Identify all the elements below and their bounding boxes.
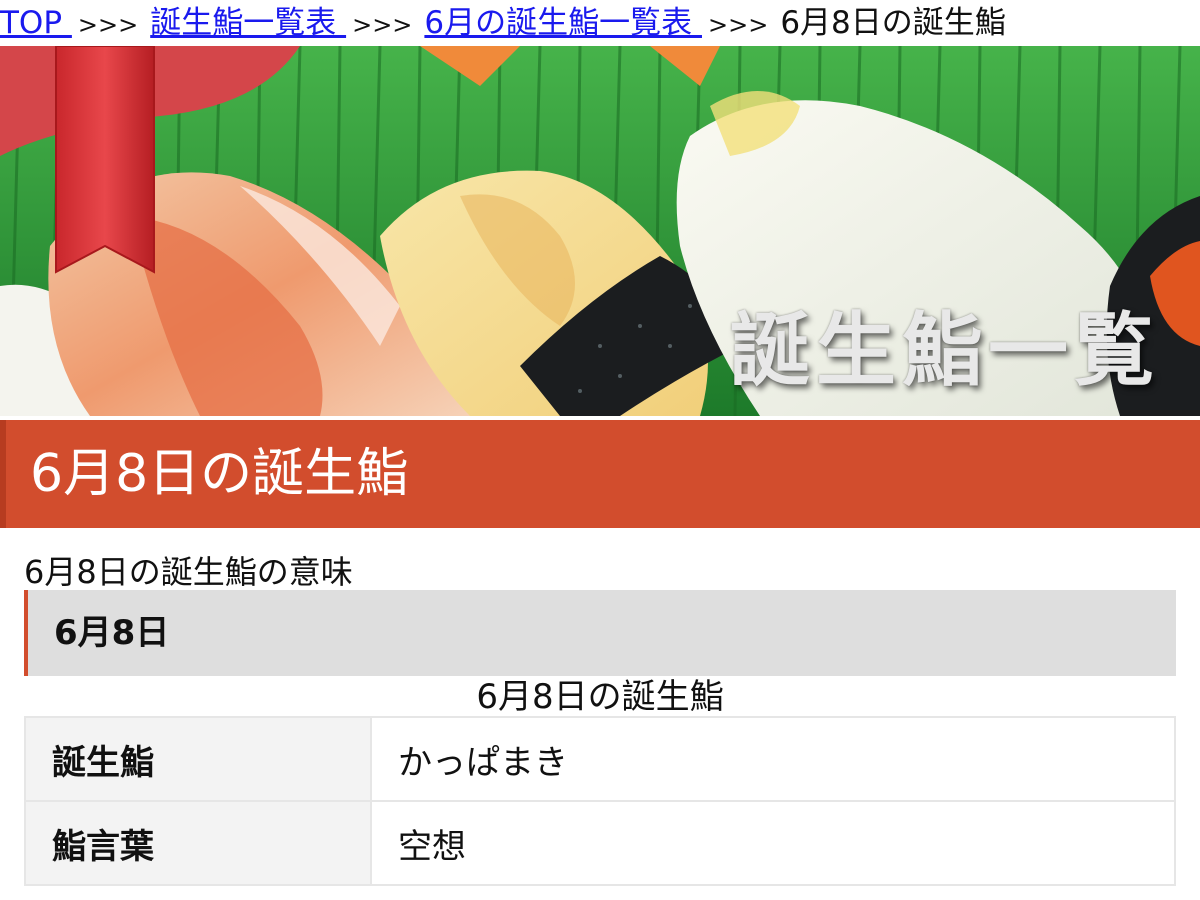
page-title-bar: 6月8日の誕生鮨 [0,420,1200,528]
table-value-cell: 空想 [370,800,1176,886]
table-caption: 6月8日の誕生鮨 [476,677,724,717]
breadcrumb-link-top[interactable]: TOP [0,5,72,41]
banner-title: 誕生鮨一覧 [730,304,1160,397]
bookmark-ribbon-icon [55,46,155,274]
breadcrumb-link-list[interactable]: 誕生鮨一覧表 [150,5,346,41]
birthday-sushi-table: 誕生鮨 かっぱまき 鮨言葉 空想 [24,716,1176,886]
table-row: 誕生鮨 かっぱまき [24,716,1176,802]
breadcrumb-separator: >>> [77,11,139,39]
table-row: 鮨言葉 空想 [24,800,1176,886]
breadcrumb-current: 6月8日の誕生鮨 [780,5,1006,41]
breadcrumb-separator: >>> [352,11,413,39]
breadcrumb-link-june-list[interactable]: 6月の誕生鮨一覧表 [424,5,702,41]
breadcrumb: TOP >>> 誕生鮨一覧表 >>> 6月の誕生鮨一覧表 >>> 6月8日の誕生鮨 [0,0,1200,46]
table-header-cell: 鮨言葉 [24,800,372,886]
table-value-cell: かっぱまき [370,716,1176,802]
table-header-cell: 誕生鮨 [24,716,372,802]
header-banner: 誕生鮨一覧 [0,46,1200,416]
breadcrumb-separator: >>> [707,11,769,39]
meaning-heading: 6月8日の誕生鮨の意味 [24,553,353,591]
date-label: 6月8日 [54,613,170,653]
date-section-header: 6月8日 [24,590,1176,676]
page-title: 6月8日の誕生鮨 [30,444,409,504]
